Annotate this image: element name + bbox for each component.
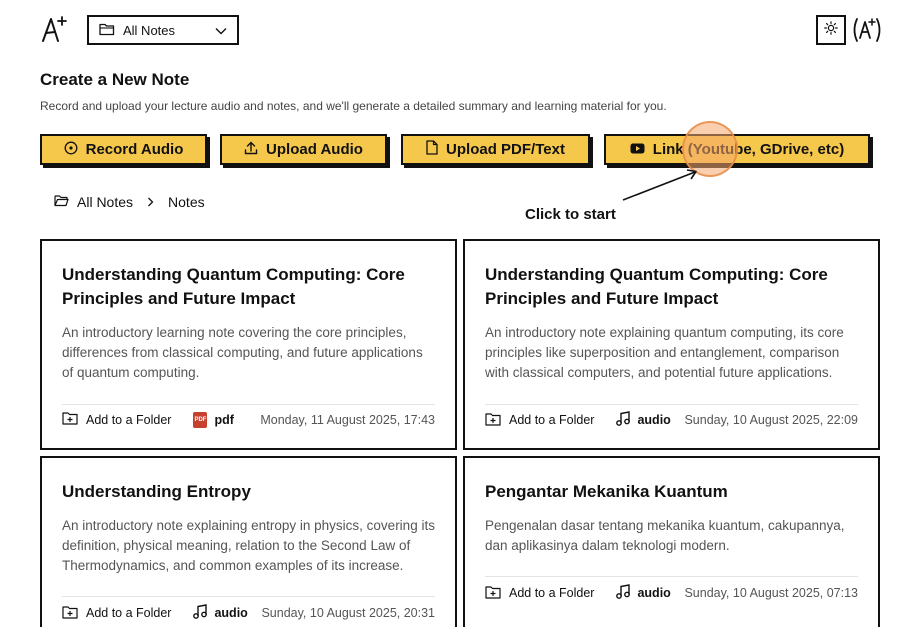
note-footer: Add to a Folder audio Sunday, 10 August … [62,604,435,622]
note-date: Sunday, 10 August 2025, 20:31 [261,606,435,620]
note-date: Sunday, 10 August 2025, 22:09 [684,413,858,427]
link-import-label: Link (Youtube, GDrive, etc) [652,141,845,158]
upload-audio-button[interactable]: Upload Audio [220,134,387,165]
theme-toggle-button[interactable] [816,15,846,45]
note-date: Sunday, 10 August 2025, 07:13 [684,586,858,600]
record-audio-button[interactable]: Record Audio [40,134,207,165]
note-footer: Add to a Folder PDF pdf Monday, 11 Augus… [62,411,435,428]
add-to-folder-button[interactable]: Add to a Folder [62,411,171,428]
click-to-start-hint: Click to start [525,206,616,223]
note-description: An introductory note explaining quantum … [485,325,844,380]
folder-plus-icon [485,412,501,429]
add-to-folder-label: Add to a Folder [509,586,595,600]
note-type-label: audio [637,413,671,427]
add-to-folder-label: Add to a Folder [86,606,172,620]
folder-select[interactable]: All Notes [87,15,239,45]
breadcrumb-current: Notes [168,194,205,210]
chevron-right-icon [147,194,154,210]
folder-plus-icon [62,411,78,428]
note-footer: Add to a Folder audio Sunday, 10 August … [485,411,858,429]
page-subtitle: Record and upload your lecture audio and… [40,99,667,113]
note-card[interactable]: Pengantar Mekanika Kuantum Pengenalan da… [463,456,880,627]
add-to-folder-button[interactable]: Add to a Folder [485,585,594,602]
add-to-folder-button[interactable]: Add to a Folder [485,412,594,429]
add-to-folder-label: Add to a Folder [86,412,172,427]
user-avatar[interactable] [851,16,883,44]
sun-icon [824,20,838,40]
folder-open-icon [54,194,69,210]
note-type-label: audio [637,586,671,600]
music-note-icon [193,604,208,622]
page-title: Create a New Note [40,70,190,89]
file-icon [426,140,438,159]
card-divider [62,596,435,597]
note-footer: Add to a Folder audio Sunday, 10 August … [485,584,858,602]
note-description: An introductory note explaining entropy … [62,518,435,573]
music-note-icon [616,411,631,429]
note-type: audio [616,584,671,602]
note-type-label: audio [214,606,248,620]
youtube-icon [630,141,645,158]
note-date: Monday, 11 August 2025, 17:43 [260,412,435,427]
note-description: Pengenalan dasar tentang mekanika kuantu… [485,518,845,553]
pdf-icon: PDF [193,411,208,428]
card-divider [485,404,858,405]
note-card[interactable]: Understanding Quantum Computing: Core Pr… [40,239,457,450]
link-import-button[interactable]: Link (Youtube, GDrive, etc) [604,134,870,165]
folder-plus-icon [62,605,78,622]
folder-plus-icon [485,585,501,602]
music-note-icon [616,584,631,602]
chevron-down-icon [215,23,227,38]
note-type-label: pdf [214,412,234,427]
add-to-folder-label: Add to a Folder [509,413,595,427]
note-title: Understanding Quantum Computing: Core Pr… [485,265,828,308]
app-logo[interactable] [40,14,70,44]
note-type: PDF pdf [193,411,234,428]
card-divider [62,404,435,405]
record-icon [64,141,78,159]
note-title: Understanding Entropy [62,482,251,501]
note-card[interactable]: Understanding Entropy An introductory no… [40,456,457,627]
arrow-pointer-icon [622,169,697,201]
note-type: audio [193,604,248,622]
breadcrumb-root[interactable]: All Notes [77,194,133,210]
note-title: Understanding Quantum Computing: Core Pr… [62,265,405,308]
record-audio-label: Record Audio [85,141,184,158]
upload-icon [244,141,258,159]
note-card[interactable]: Understanding Quantum Computing: Core Pr… [463,239,880,450]
note-type: audio [616,411,671,429]
upload-pdf-button[interactable]: Upload PDF/Text [401,134,590,165]
add-to-folder-button[interactable]: Add to a Folder [62,605,171,622]
note-title: Pengantar Mekanika Kuantum [485,482,728,501]
note-description: An introductory learning note covering t… [62,325,423,380]
folder-icon [99,22,115,39]
card-divider [485,576,858,577]
breadcrumb: All Notes Notes [54,194,205,210]
folder-select-value: All Notes [123,22,176,38]
upload-pdf-label: Upload PDF/Text [446,141,565,158]
upload-audio-label: Upload Audio [266,141,363,158]
